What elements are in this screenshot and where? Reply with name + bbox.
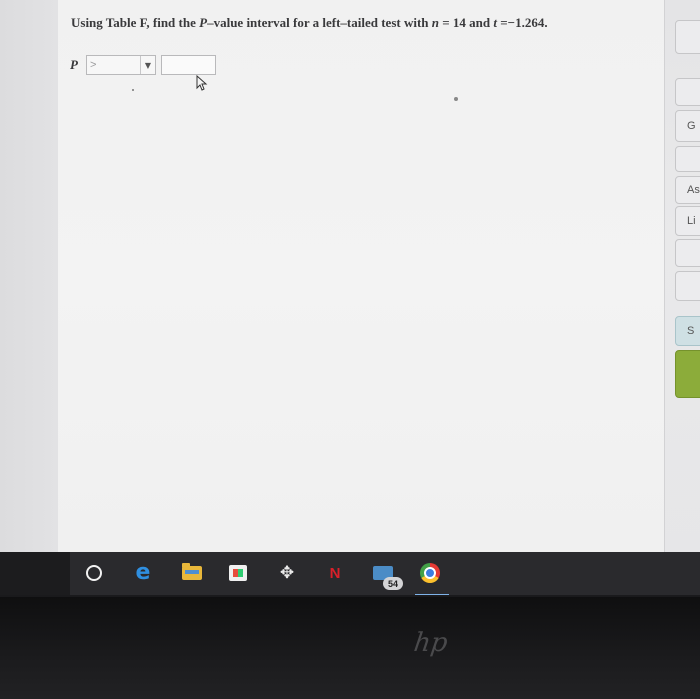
right-tab[interactable]: Li (675, 206, 700, 236)
answer-row: P > ▼ (70, 54, 216, 76)
mouse-cursor-icon (196, 75, 208, 91)
left-gutter (0, 0, 59, 560)
right-tab[interactable] (675, 146, 700, 172)
content-panel: Using Table F, find the P–value interval… (58, 0, 665, 560)
p-value-input[interactable] (161, 55, 216, 75)
netflix-icon[interactable]: N (324, 562, 346, 584)
taskbar: e ✥ N 54 (0, 552, 700, 595)
screen: Using Table F, find the P–value interval… (0, 0, 700, 595)
laptop-bezel (0, 597, 700, 699)
right-tab[interactable] (675, 271, 700, 301)
right-tab[interactable] (675, 20, 700, 54)
dropbox-icon[interactable]: ✥ (276, 562, 298, 584)
right-tab[interactable]: S (675, 316, 700, 346)
right-tab[interactable] (675, 350, 700, 398)
dropdown-value: > (90, 59, 97, 71)
right-tab[interactable] (675, 78, 700, 106)
edge-icon[interactable]: e (132, 562, 154, 584)
p-label: P (70, 57, 78, 72)
search-icon[interactable] (83, 562, 105, 584)
dot-mark (454, 97, 458, 101)
hp-logo: hp (411, 628, 450, 658)
dot-mark (132, 89, 134, 91)
file-explorer-icon[interactable] (181, 562, 203, 584)
right-tab[interactable] (675, 239, 700, 267)
store-icon[interactable] (227, 562, 249, 584)
right-tab[interactable]: G (675, 110, 700, 142)
right-tab[interactable]: As (675, 176, 700, 204)
question-text: Using Table F, find the P–value interval… (71, 15, 548, 30)
chrome-icon[interactable] (419, 562, 441, 584)
active-indicator (415, 594, 449, 595)
mail-badge: 54 (383, 577, 403, 590)
chevron-down-icon[interactable]: ▼ (140, 56, 155, 74)
inequality-dropdown[interactable]: > ▼ (86, 55, 156, 75)
